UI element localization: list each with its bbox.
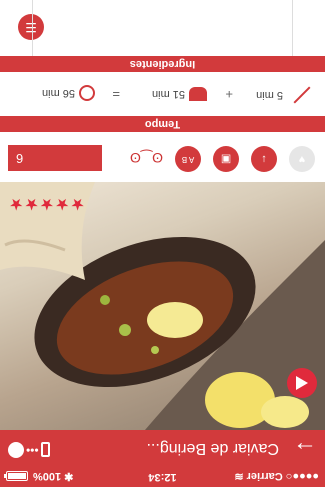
cook-time-value: 51 min [151,88,185,100]
dish-illustration [0,182,325,430]
status-bar: ●●●●○ Carrier ≋ 12:34 ✱ 100% [0,467,325,487]
ingredients-header: Ingredientes [0,56,325,72]
recipe-photo: ★★★★★ [0,182,325,430]
download-button[interactable]: ↓ [251,146,277,172]
chef-icon[interactable] [8,442,24,458]
basket-icon[interactable]: ☰ [18,14,44,40]
prep-time-value: 5 min [256,89,283,101]
tempo-row: 5 min + 51 min = 56 min [0,72,325,116]
knife-icon [293,86,311,104]
fridge-icon[interactable] [40,442,50,458]
cook-time: 51 min [152,87,207,101]
tempo-header: Tempo [0,116,325,132]
header-actions: ••• [8,442,50,458]
recipe-screen: ●●●●○ Carrier ≋ 12:34 ✱ 100% → Caviar de… [0,0,325,487]
prep-time: 5 min [256,86,317,104]
favorite-button[interactable]: ♥ [289,146,315,172]
total-time-value: 56 min [41,87,75,99]
glasses-icon: ʘ‿ʘ [129,150,163,166]
portions-field[interactable]: 6 [8,145,102,171]
header-bar: → Caviar de Bering... ••• [0,430,325,467]
play-button[interactable] [287,368,317,398]
battery-icon [6,471,28,482]
rating-stars[interactable]: ★★★★★ [8,194,85,214]
dots-icon: ••• [26,443,39,457]
bluetooth-icon: ✱ [64,470,74,482]
total-time: 56 min [42,85,95,101]
battery-group: ✱ 100% [6,470,73,483]
timer-icon [79,85,95,101]
document-button[interactable]: ▣ [213,146,239,172]
lemon-wedge [147,302,203,338]
ingredients-area: ☰ [0,0,325,56]
translate-button[interactable]: A B [175,146,201,172]
lemon-slice-small [261,396,309,428]
page-title: Caviar de Bering... [146,440,279,457]
controls-row: ♥ ↓ ▣ A B ʘ‿ʘ 6 [0,132,325,182]
pot-icon [189,87,207,101]
plus-sign: + [225,87,233,102]
back-arrow-icon[interactable]: → [293,436,317,463]
battery-percent: 100% [33,470,62,483]
equals-sign: = [112,87,120,102]
